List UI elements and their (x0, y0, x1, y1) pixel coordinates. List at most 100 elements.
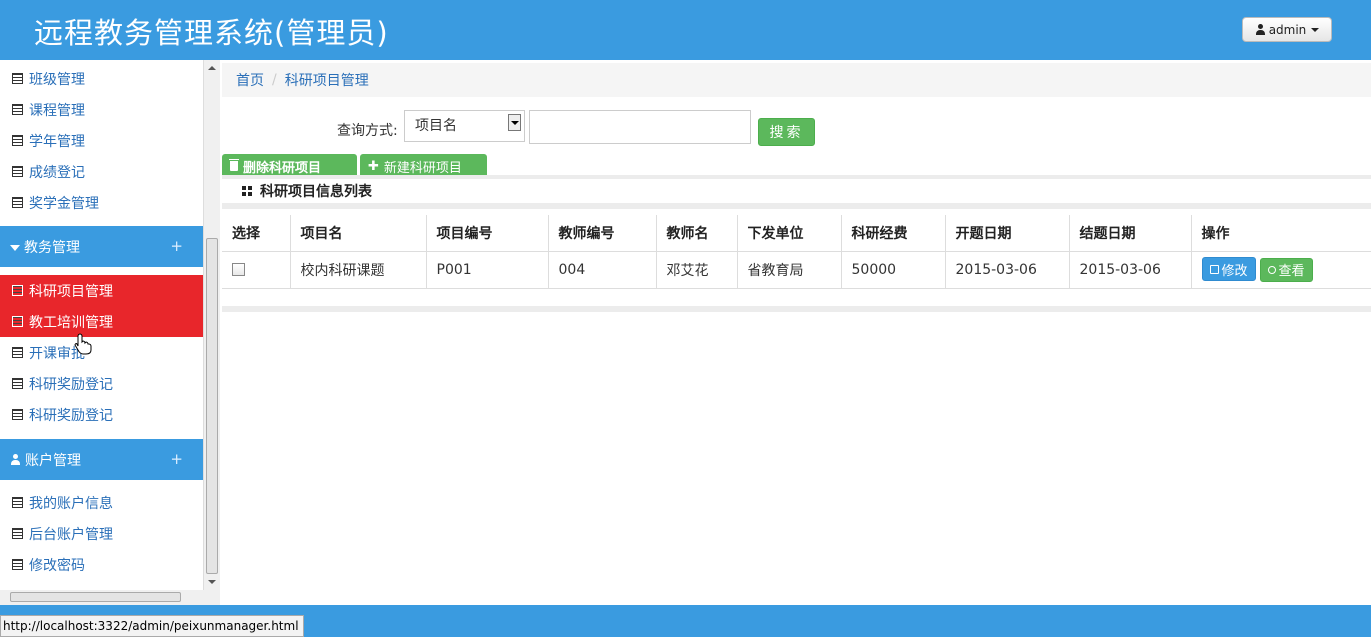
sidebar-item-course-approval[interactable]: 开课审批 (0, 337, 203, 368)
row-select-checkbox[interactable] (232, 263, 245, 276)
list-icon (12, 497, 23, 508)
chevron-down-icon (1311, 27, 1320, 32)
user-menu-label: admin (1268, 22, 1307, 37)
sidebar-group-academic[interactable]: 教务管理 + (0, 226, 203, 267)
sidebar-item-change-password[interactable]: 修改密码 (0, 549, 203, 580)
trash-icon (229, 159, 239, 171)
edit-label: 修改 (1221, 263, 1248, 279)
sidebar-item-label: 班级管理 (29, 71, 85, 88)
panel-title: 科研项目信息列表 (260, 184, 372, 200)
breadcrumb: 首页 / 科研项目管理 (222, 63, 1371, 97)
table-footer-bar (222, 306, 1371, 312)
sidebar-item-label: 我的账户信息 (29, 495, 113, 512)
column-header: 操作 (1191, 215, 1371, 252)
scroll-down-icon[interactable] (208, 580, 216, 584)
sidebar-item-research-projects[interactable]: 科研项目管理 (0, 275, 203, 306)
column-header: 下发单位 (737, 215, 842, 252)
cell-project-name: 校内科研课题 (290, 251, 427, 289)
status-bar-url: http://localhost:3322/admin/peixunmanage… (0, 615, 304, 637)
sidebar-item-scholarship[interactable]: 奖学金管理 (0, 187, 203, 218)
sidebar-horizontal-scrollbar[interactable] (0, 590, 220, 605)
list-icon (12, 166, 23, 177)
search-button[interactable]: 搜索 (758, 118, 815, 146)
breadcrumb-separator: / (272, 72, 277, 88)
sidebar-item-label: 奖学金管理 (29, 195, 99, 212)
list-icon (12, 135, 23, 146)
column-header: 科研经费 (841, 215, 946, 252)
sidebar-item-label: 科研奖励登记 (29, 407, 113, 424)
list-icon (12, 73, 23, 84)
column-header: 教师编号 (548, 215, 657, 252)
sidebar-item-research-awards[interactable]: 科研奖励登记 (0, 368, 203, 399)
sidebar-item-label: 修改密码 (29, 557, 85, 574)
sidebar-item-label: 后台账户管理 (29, 526, 113, 543)
search-input[interactable] (529, 110, 751, 144)
column-header: 选择 (222, 215, 291, 252)
table-header-row: 选择 项目名 项目编号 教师编号 教师名 下发单位 科研经费 开题日期 结题日期… (222, 215, 1371, 252)
sidebar-item-admin-accounts[interactable]: 后台账户管理 (0, 518, 203, 549)
filter-icon (10, 244, 20, 251)
cell-project-code: P001 (426, 251, 549, 289)
column-header: 项目编号 (426, 215, 549, 252)
list-icon (12, 378, 23, 389)
scrollbar-thumb[interactable] (206, 238, 218, 574)
list-icon (12, 104, 23, 115)
breadcrumb-current-link[interactable]: 科研项目管理 (285, 70, 369, 90)
sidebar-item-research-awards-2[interactable]: 科研奖励登记 (0, 399, 203, 430)
search-type-select[interactable]: 项目名 (404, 110, 525, 142)
sidebar-item-staff-training[interactable]: 教工培训管理 (0, 306, 203, 337)
hand-cursor-icon (74, 333, 92, 355)
cell-teacher-name: 邓艾花 (656, 251, 738, 289)
edit-icon (1209, 264, 1219, 274)
sidebar-vertical-scrollbar[interactable] (203, 60, 220, 590)
column-header: 项目名 (290, 215, 427, 252)
sidebar-item-label: 学年管理 (29, 133, 85, 150)
sidebar-group-label: 账户管理 (25, 452, 81, 469)
sidebar-item-grades[interactable]: 成绩登记 (0, 156, 203, 187)
user-menu-button[interactable]: admin (1242, 17, 1332, 42)
sidebar-item-label: 课程管理 (29, 102, 85, 119)
magnifier-icon (1267, 265, 1276, 274)
expand-icon: + (170, 450, 183, 468)
user-icon (1255, 24, 1266, 35)
list-icon (12, 285, 23, 296)
cell-issuing-unit: 省教育局 (737, 251, 842, 289)
list-icon (12, 409, 23, 420)
cell-end-date: 2015-03-06 (1069, 251, 1192, 289)
app-title: 远程教务管理系统(管理员) (34, 16, 389, 50)
sidebar-group-account[interactable]: 账户管理 + (0, 439, 203, 480)
sidebar-item-label: 科研项目管理 (29, 283, 113, 300)
edit-button[interactable]: 修改 (1201, 257, 1256, 282)
sidebar-item-label: 教工培训管理 (29, 314, 113, 331)
user-icon (10, 454, 21, 465)
cell-funding: 50000 (841, 251, 946, 289)
delete-project-label: 删除科研项目 (243, 160, 322, 176)
list-icon (12, 316, 23, 327)
cell-start-date: 2015-03-06 (945, 251, 1070, 289)
sidebar-item-my-account[interactable]: 我的账户信息 (0, 487, 203, 518)
project-table: 选择 项目名 项目编号 教师编号 教师名 下发单位 科研经费 开题日期 结题日期… (222, 215, 1371, 289)
column-header: 开题日期 (945, 215, 1070, 252)
list-icon (12, 347, 23, 358)
search-type-label: 查询方式: (337, 123, 398, 139)
sidebar-item-course[interactable]: 课程管理 (0, 94, 203, 125)
list-icon (12, 197, 23, 208)
new-project-label: 新建科研项目 (383, 160, 462, 176)
list-icon (12, 559, 23, 570)
view-label: 查看 (1278, 264, 1305, 280)
scrollbar-thumb[interactable] (10, 592, 181, 602)
sidebar-item-school-year[interactable]: 学年管理 (0, 125, 203, 156)
column-header: 教师名 (656, 215, 738, 252)
sidebar-item-label: 成绩登记 (29, 164, 85, 181)
panel-header: 科研项目信息列表 (222, 179, 1371, 209)
view-button[interactable]: 查看 (1259, 257, 1313, 282)
cell-teacher-id: 004 (548, 251, 657, 289)
sidebar-item-class[interactable]: 班级管理 (0, 63, 203, 94)
search-type-value: 项目名 (415, 118, 457, 134)
sidebar-item-label: 科研奖励登记 (29, 376, 113, 393)
dropdown-arrow-icon (508, 114, 521, 131)
grid-icon (242, 186, 252, 196)
scroll-up-icon[interactable] (208, 66, 216, 70)
sidebar: 班级管理 课程管理 学年管理 成绩登记 奖学金管理 教务管理 + 科研项目管理 … (0, 60, 203, 605)
breadcrumb-home-link[interactable]: 首页 (236, 70, 264, 90)
